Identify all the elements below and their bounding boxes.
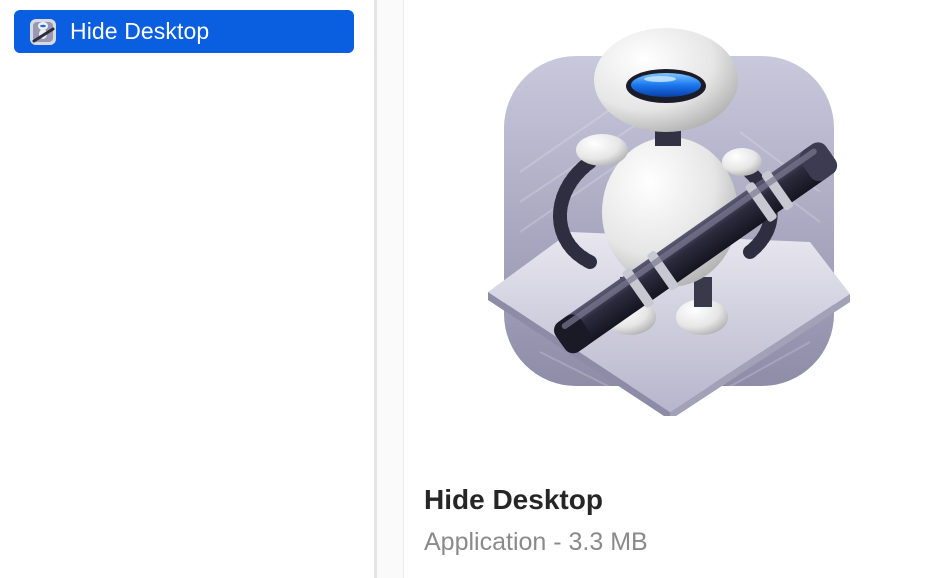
file-list-item-hide-desktop[interactable]: Hide Desktop	[14, 10, 354, 53]
automator-robot-icon	[488, 28, 850, 416]
file-list-column: Hide Desktop	[0, 0, 374, 578]
preview-kind-size: Application - 3.3 MB	[424, 528, 648, 556]
preview-pane: Hide Desktop Application - 3.3 MB	[404, 0, 926, 578]
file-list-item-label: Hide Desktop	[70, 18, 210, 44]
finder-window: Hide Desktop Hide Desktop Application - …	[0, 0, 926, 578]
preview-title: Hide Desktop	[424, 484, 603, 515]
automator-icon	[30, 18, 56, 45]
column-gutter	[377, 0, 404, 578]
